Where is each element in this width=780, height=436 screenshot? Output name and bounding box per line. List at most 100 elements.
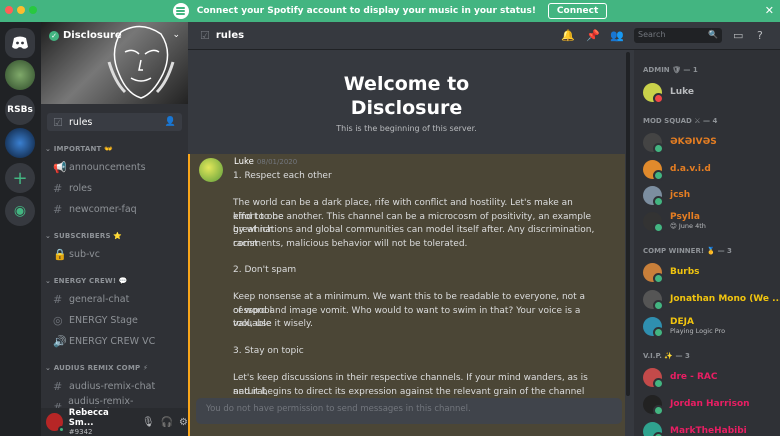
member-name: Luke	[670, 87, 694, 97]
user-tag: #9342	[68, 428, 93, 436]
inbox-icon[interactable]: ▭	[733, 29, 743, 42]
member-group-header: ADMIN 🛡 — 1	[643, 66, 698, 74]
rules-channel-icon: ☑	[53, 115, 63, 129]
channel-announcements[interactable]: 📢 announcements	[47, 158, 182, 176]
add-server-icon[interactable]: +	[5, 163, 35, 193]
member-item[interactable]: MarkTheHabibi	[643, 419, 778, 436]
member-name: d.a.v.i.d	[670, 164, 711, 174]
explore-icon[interactable]: ◉	[5, 196, 35, 226]
member-status: 😊 June 4th	[670, 222, 706, 230]
member-name: Jonathan Mono (We ...	[670, 294, 780, 304]
member-info: ƏKƏIVƏS	[670, 137, 717, 147]
avatar	[643, 132, 664, 154]
message-line: tool, use it wisely.	[233, 319, 313, 329]
category-audius-remix-comp[interactable]: ⌄ AUDIUS REMIX COMP ⚡	[45, 364, 148, 372]
chevron-down-icon[interactable]: ⌄	[172, 30, 180, 40]
member-group-header: COMP WINNER! 🥇 — 3	[643, 247, 732, 255]
channel-rules[interactable]: ☑ rules 👤	[47, 113, 182, 131]
category-subscribers[interactable]: ⌄ SUBSCRIBERS ⭐	[45, 232, 122, 240]
avatar	[643, 262, 664, 284]
hash-icon: #	[53, 181, 63, 195]
search-icon: 🔍	[708, 30, 718, 39]
rules-channel-icon: ☑	[200, 29, 210, 42]
channel-audius-remix-chat[interactable]: # audius-remix-chat	[47, 377, 182, 395]
member-item[interactable]: Burbs	[643, 260, 778, 284]
search-input[interactable]: Search 🔍	[634, 28, 722, 43]
channel-general-chat[interactable]: # general-chat	[47, 290, 182, 308]
avatar[interactable]	[199, 158, 223, 182]
channel-energy-stage[interactable]: ◎ ENERGY Stage	[47, 311, 182, 329]
channel-newcomer-faq[interactable]: # newcomer-faq	[47, 200, 182, 218]
member-info: dre - RAC	[670, 372, 718, 382]
channel-energy-crew-vc[interactable]: 🔊 ENERGY CREW VC	[47, 332, 182, 350]
maximize-window-button[interactable]	[29, 6, 37, 14]
message-area: Welcome to Disclosure This is the beginn…	[188, 50, 625, 436]
megaphone-icon: 📢	[53, 160, 67, 174]
gear-icon[interactable]: ⚙	[179, 417, 188, 428]
member-item[interactable]: ƏKƏIVƏS	[643, 130, 778, 154]
member-name: ƏKƏIVƏS	[670, 137, 717, 147]
close-icon[interactable]: ✕	[765, 4, 774, 17]
channel-sub-vc[interactable]: 🔒 sub-vc	[47, 245, 182, 263]
minimize-window-button[interactable]	[17, 6, 25, 14]
member-item[interactable]: dre - RAC	[643, 365, 778, 389]
message: Luke 08/01/2020 1. Respect each other The…	[188, 154, 625, 436]
user-info[interactable]: Rebecca Sm... #9342	[69, 408, 132, 436]
category-energy-crew[interactable]: ⌄ ENERGY CREW! 💬	[45, 277, 128, 285]
members-icon[interactable]: 👥	[610, 29, 624, 42]
member-item[interactable]: Jordan Harrison	[643, 392, 778, 416]
member-item[interactable]: d.a.v.i.d	[643, 157, 778, 181]
member-item[interactable]: Jonathan Mono (We ...	[643, 287, 780, 311]
help-icon[interactable]: ?	[757, 29, 763, 42]
window-controls	[5, 6, 37, 14]
channel-roles[interactable]: # roles	[47, 179, 182, 197]
server-banner[interactable]: ✓ Disclosure ⌄	[41, 22, 188, 104]
member-list: ADMIN 🛡 — 1 Luke MOD SQUAD ⚔ — 4 ƏKƏIVƏS d.a…	[634, 50, 780, 436]
verified-icon: ✓	[49, 30, 59, 41]
hash-icon: #	[53, 202, 63, 216]
headphones-icon[interactable]: 🎧	[161, 417, 173, 428]
member-name: Burbs	[670, 267, 700, 277]
message-date: 08/01/2020	[256, 158, 298, 166]
member-status: Playing Logic Pro	[670, 327, 726, 335]
server-icon-disclosure[interactable]	[5, 128, 35, 158]
message-author[interactable]: Luke 08/01/2020	[234, 157, 297, 167]
member-name: DEJA	[670, 317, 694, 327]
microphone-icon[interactable]: 🎙	[142, 417, 155, 428]
welcome-heading-line2: Disclosure	[350, 97, 463, 119]
category-important[interactable]: ⌄ IMPORTANT 👐	[45, 145, 113, 153]
member-info: d.a.v.i.d	[670, 164, 711, 174]
member-info: jcsh	[670, 190, 690, 200]
member-info: Luke	[670, 87, 694, 97]
avatar	[643, 159, 664, 181]
avatar	[643, 185, 664, 207]
member-info: Burbs	[670, 267, 700, 277]
scrollbar[interactable]	[626, 52, 630, 396]
avatar[interactable]	[46, 413, 65, 433]
server-icon-rsbs[interactable]: RSBs	[5, 95, 35, 125]
welcome-heading-line1: Welcome to	[343, 73, 470, 95]
close-window-button[interactable]	[5, 6, 13, 14]
member-info: Jordan Harrison	[670, 399, 750, 409]
hash-icon: #	[53, 292, 63, 306]
pin-icon[interactable]: 📌	[586, 29, 600, 42]
avatar	[643, 394, 664, 416]
message-line: 2. Don't spam	[233, 265, 297, 275]
message-input[interactable]: You do not have permission to send messa…	[196, 398, 622, 424]
stage-icon: ◎	[53, 313, 63, 327]
member-item[interactable]: Psylla 😊 June 4th	[643, 209, 778, 233]
member-item[interactable]: Luke	[643, 80, 778, 104]
discord-home-icon[interactable]	[5, 28, 35, 58]
bell-icon[interactable]: 🔔	[561, 29, 575, 42]
member-name: Jordan Harrison	[670, 399, 750, 409]
invite-icon[interactable]: 👤	[165, 117, 176, 127]
member-item[interactable]: jcsh	[643, 183, 778, 207]
member-group-header: MOD SQUAD ⚔ — 4	[643, 117, 718, 125]
server-icon-nature[interactable]	[5, 60, 35, 90]
member-item[interactable]: DEJA Playing Logic Pro	[643, 314, 778, 338]
member-info: DEJA Playing Logic Pro	[670, 317, 725, 335]
avatar	[643, 211, 664, 233]
server-list: RSBs + ◉	[0, 22, 41, 436]
connect-button[interactable]: Connect	[547, 3, 608, 19]
channel-header: ☑ rules 🔔 📌 👥 Search 🔍 ▭ ?	[188, 22, 780, 50]
